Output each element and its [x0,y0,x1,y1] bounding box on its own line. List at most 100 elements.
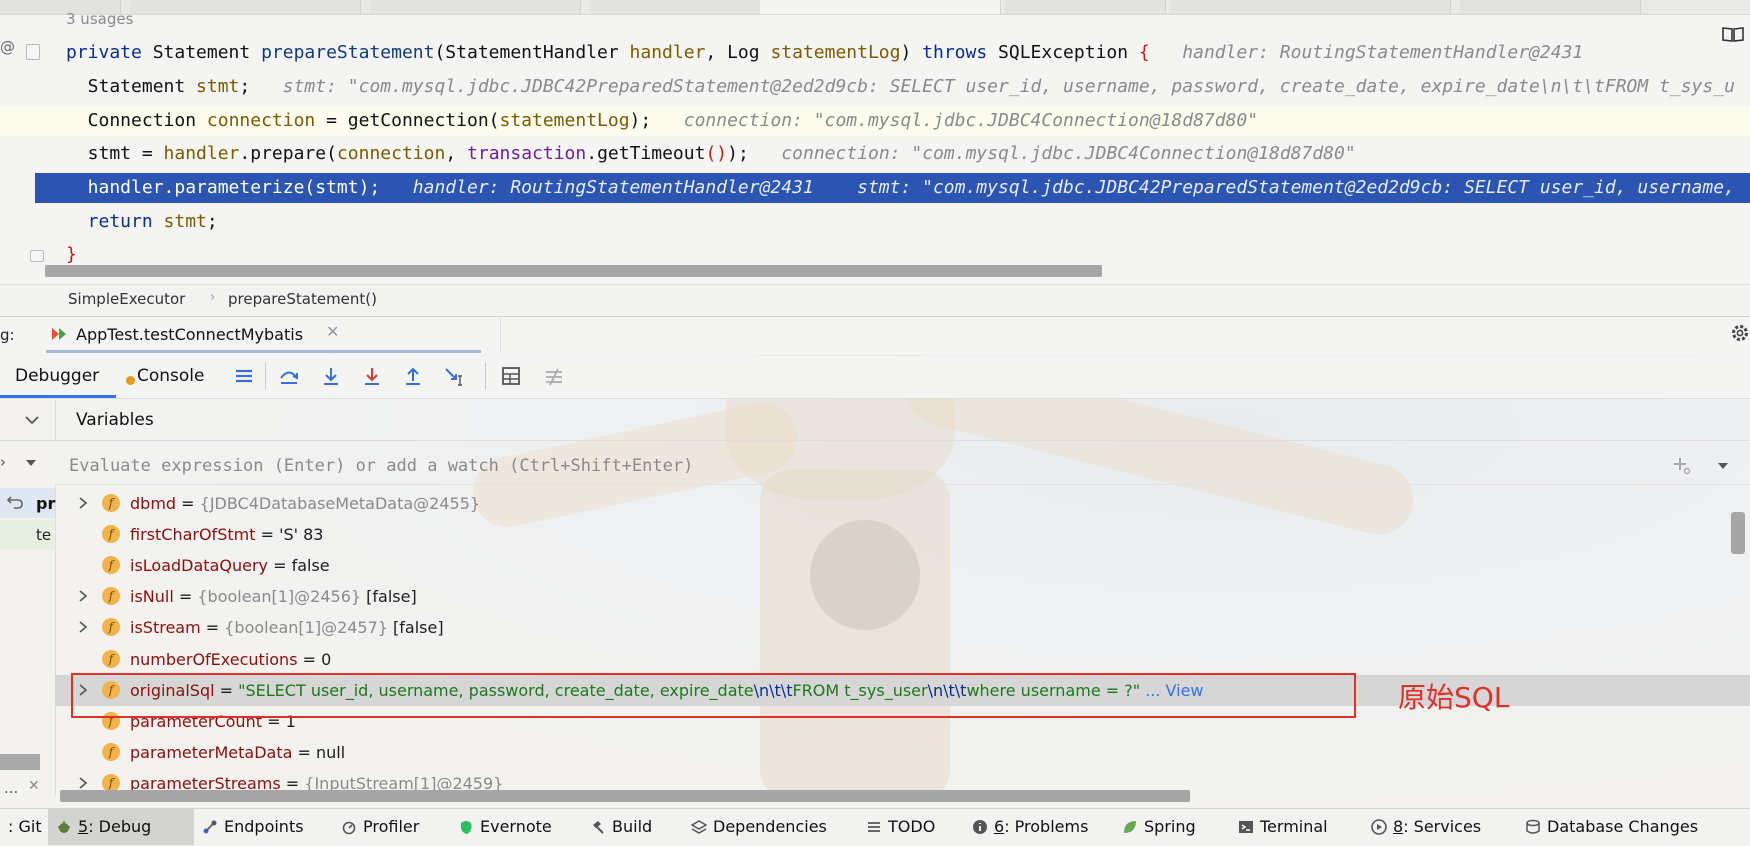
code-editor[interactable]: private Statement prepareStatement(State… [0,26,1750,271]
editor-tab[interactable] [1005,0,1166,14]
variables-header [0,400,1750,441]
variable-row[interactable]: f isStream = {boolean[1]@2457} [false] [55,612,1750,643]
code-line[interactable]: Statement stmt; stmt: "com.mysql.jdbc.JD… [0,72,1750,102]
run-config-label[interactable]: AppTest.testConnectMybatis [76,325,303,344]
variable-row[interactable]: f isLoadDataQuery = false [55,550,1750,581]
step-over-icon[interactable] [278,365,300,387]
tool-window-endpoints[interactable]: Endpoints [194,808,312,845]
chevron-right-icon[interactable] [77,497,89,509]
field-icon: f [102,743,120,761]
close-icon[interactable]: ✕ [28,778,40,794]
chevron-down-icon[interactable] [24,412,40,428]
tool-window-label: Terminal [1260,817,1328,836]
tool-window-dependencies[interactable]: Dependencies [683,808,835,845]
tool-window-label: Profiler [363,817,420,836]
editor-tab[interactable] [1460,0,1641,14]
editor-tab-active[interactable] [760,0,1001,14]
code-token: .getTimeout [586,143,706,164]
tool-window-profiler[interactable]: Profiler [333,808,427,845]
variable-row[interactable]: f isNull = {boolean[1]@2456} [false] [55,581,1750,612]
layers-icon [691,820,707,834]
inline-debug-value: stmt: "com.mysql.jdbc.JDBC42PreparedStat… [250,76,1735,97]
editor-tab[interactable] [370,0,581,14]
frame-item-label[interactable]: te [36,526,51,544]
chevron-right-icon[interactable] [77,621,89,633]
variables-scrollbar-thumb[interactable] [1731,512,1745,554]
code-line-current[interactable]: handler.parameterize(stmt); handler: Rou… [35,173,1750,203]
close-icon[interactable]: ✕ [326,322,339,341]
tool-window-dbchanges[interactable]: Database Changes [1517,808,1706,845]
tool-window-label: Dependencies [713,817,827,836]
variable-equals: = [268,556,292,575]
inline-debug-value: connection: "com.mysql.jdbc.JDBC4Connect… [748,143,1356,164]
code-token: = getConnection( [315,110,500,131]
debug-run-icon [52,328,66,340]
tool-window-terminal[interactable]: Terminal [1230,808,1336,845]
tool-window-build[interactable]: Build [582,808,660,845]
step-into-icon[interactable] [320,365,342,387]
code-line[interactable]: return stmt; [0,207,1750,237]
variable-name: isNull [130,587,174,606]
tool-window-label: TODO [888,817,936,836]
tool-window-label: Build [612,817,653,836]
tool-window-problems[interactable]: 6: Problems [964,808,1096,845]
chevron-right-icon[interactable]: › [0,453,6,471]
trace-stream-icon[interactable] [543,365,565,387]
chevron-right-icon[interactable] [77,590,89,602]
tool-window-todo[interactable]: TODO [858,808,943,845]
variable-name: isStream [130,618,201,637]
code-token: ; [239,76,251,97]
add-watch-icon[interactable] [1672,456,1692,476]
undo-frame-icon [6,496,23,509]
code-token: , Log [705,42,771,63]
code-line[interactable]: private Statement prepareStatement(State… [0,38,1750,68]
variable-row[interactable]: f numberOfExecutions = 0 [55,644,1750,675]
variable-text: isLoadDataQuery = false [130,550,330,581]
code-line[interactable]: Connection connection = getConnection(st… [0,106,1750,136]
editor-tab[interactable] [130,0,361,14]
tab-console-label[interactable]: Console [137,366,205,386]
code-line[interactable]: stmt = handler.prepare(connection, trans… [0,139,1750,169]
gear-icon[interactable] [1730,323,1750,343]
variable-row[interactable]: f firstCharOfStmt = 'S' 83 [55,519,1750,550]
frame-item-label[interactable]: pr [36,494,55,513]
variable-value: false [291,556,330,575]
frames-scrollbar[interactable] [0,754,40,770]
editor-horizontal-scrollbar[interactable] [45,265,1102,277]
run-to-cursor-icon[interactable] [443,365,465,387]
caret-down-icon[interactable] [1716,459,1730,473]
editor-tab[interactable] [1170,0,1451,14]
variables-horizontal-scrollbar[interactable] [60,790,1190,802]
variable-row[interactable]: f dbmd = {JDBC4DatabaseMetaData@2455} [55,488,1750,519]
caret-down-icon[interactable] [24,456,38,470]
frames-more[interactable]: ... [4,779,18,797]
field-icon: f [102,587,120,605]
editor-tab[interactable] [590,0,761,14]
tool-window-services[interactable]: 8: Services [1363,808,1489,845]
tool-window-evernote[interactable]: Evernote [450,808,560,845]
variable-row[interactable]: f parameterMetaData = null [55,737,1750,768]
evaluate-expression-icon[interactable] [500,365,522,387]
step-out-icon[interactable] [402,365,424,387]
force-step-into-icon[interactable] [361,365,383,387]
chevron-right-icon[interactable] [77,777,89,789]
tool-window-debug[interactable]: 5: Debug [48,808,194,845]
tool-window-git[interactable]: : Git [0,808,50,845]
tab-debugger-label[interactable]: Debugger [15,366,99,386]
code-token: transaction [467,143,587,164]
inline-debug-value: connection: "com.mysql.jdbc.JDBC4Connect… [651,110,1259,131]
code-token: statementLog [770,42,901,63]
tool-window-spring[interactable]: Spring [1114,808,1204,845]
endpoints-icon [203,820,217,834]
code-token: SQLException [998,42,1139,63]
evaluate-expression-input[interactable] [67,453,1671,479]
breadcrumb-method[interactable]: prepareStatement() [228,290,377,308]
code-token: (StatementHandler [434,42,630,63]
code-token: ) [900,42,923,63]
code-token: prepareStatement [261,42,435,63]
field-icon: f [102,618,120,636]
layout-menu-icon[interactable] [233,365,255,387]
variable-type: {boolean[1]@2457} [224,618,388,637]
variable-name: parameterMetaData [130,743,293,762]
breadcrumb-class[interactable]: SimpleExecutor [68,290,185,308]
